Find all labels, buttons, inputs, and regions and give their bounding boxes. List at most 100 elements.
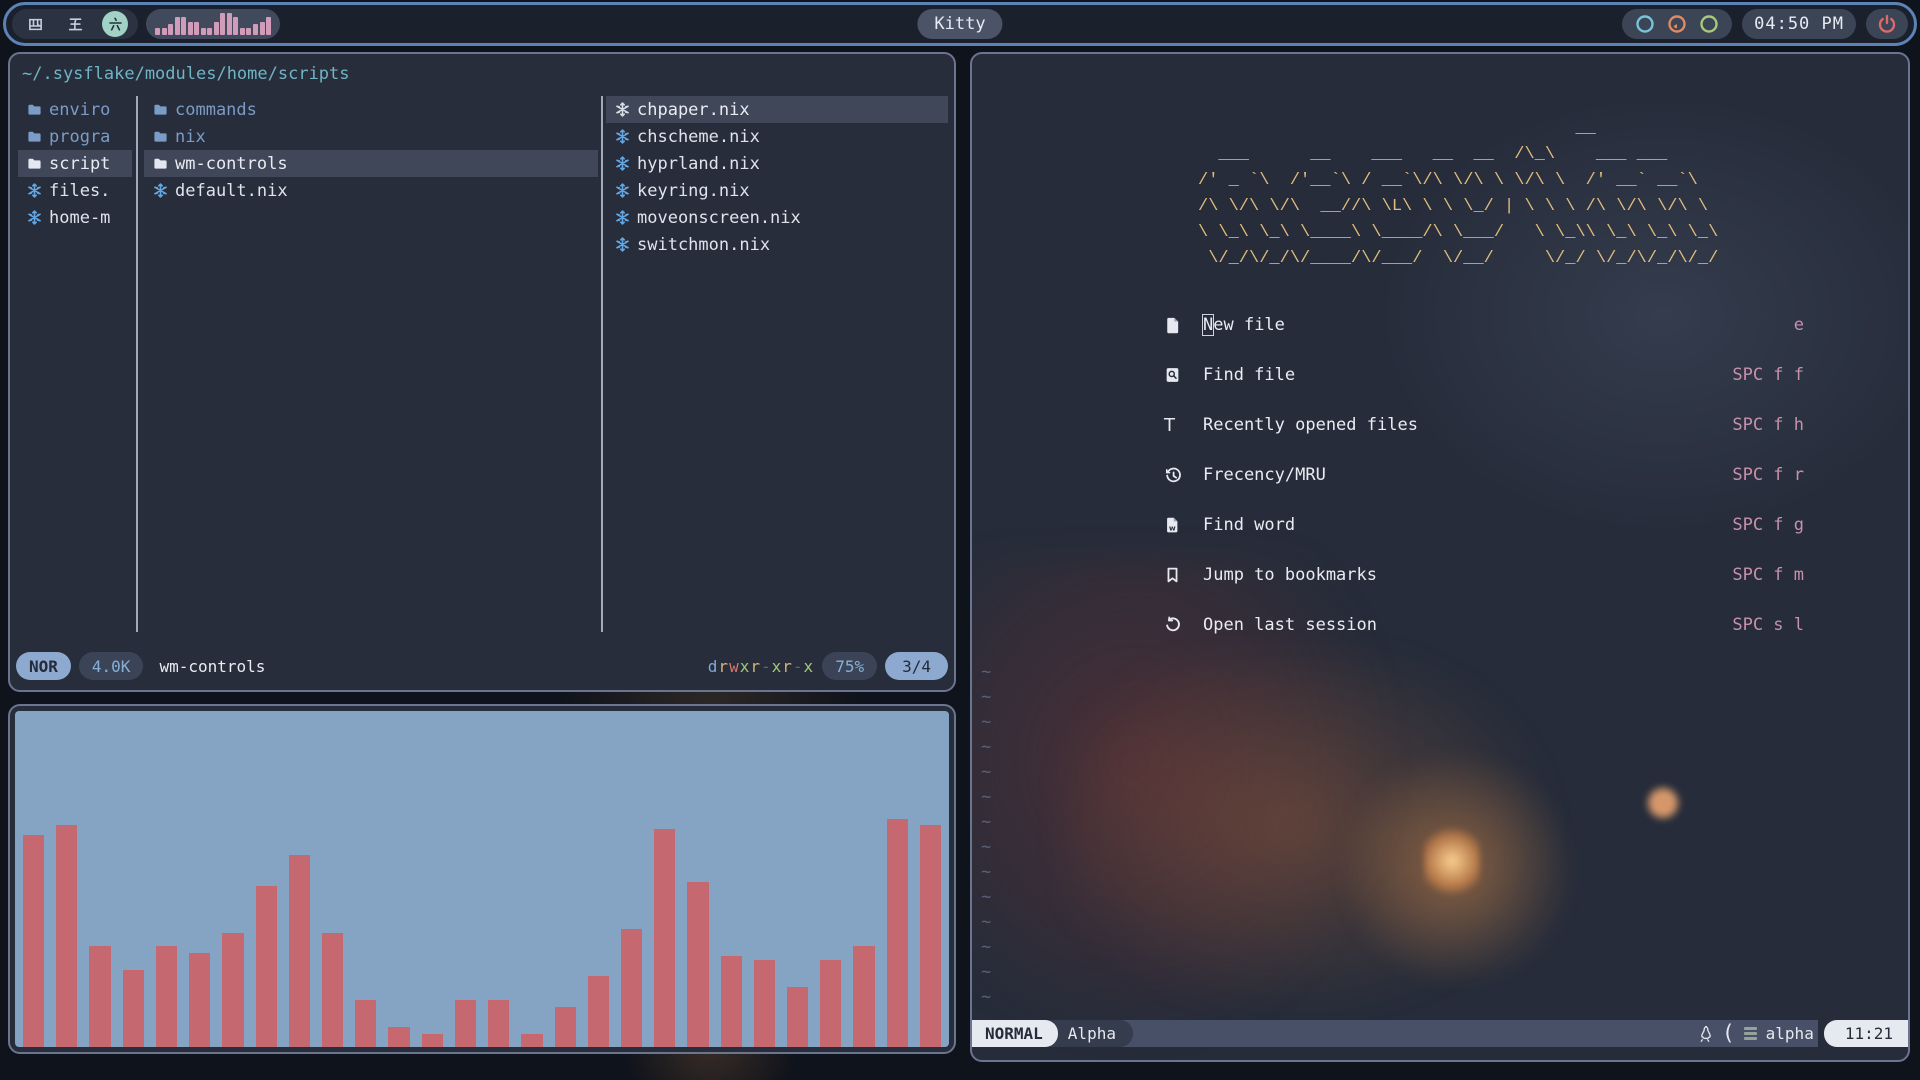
- statusline-clock: 11:21: [1824, 1020, 1908, 1047]
- chart-bar: [289, 855, 310, 1047]
- buffer-name-badge: Alpha: [1045, 1020, 1133, 1047]
- menu-label: Recently opened files: [1203, 415, 1418, 435]
- menu-item-new-file[interactable]: New file e: [1164, 300, 1804, 350]
- file-row-default.nix[interactable]: default.nix: [144, 177, 598, 204]
- file-row-home-m[interactable]: home-m: [18, 204, 132, 231]
- topbar-histogram-bar: [207, 28, 212, 35]
- chart-bar: [588, 976, 609, 1047]
- ring-indicator-green: [1698, 13, 1720, 35]
- menu-shortcut: SPC f f: [1732, 365, 1804, 385]
- cursor-position-badge: 3/4: [885, 652, 948, 680]
- file-row-keyring.nix[interactable]: keyring.nix: [606, 177, 948, 204]
- chart-bar: [687, 882, 708, 1047]
- chart-bar: [721, 956, 742, 1047]
- file-name: enviro: [49, 100, 110, 120]
- menu-item-frecency[interactable]: Frecency/MRU SPC f r: [1164, 450, 1804, 500]
- file-row-commands[interactable]: commands: [144, 96, 598, 123]
- folder-icon: [153, 102, 168, 117]
- file-name: wm-controls: [175, 154, 288, 174]
- chart-bar: [355, 1000, 376, 1047]
- file-row-nix[interactable]: nix: [144, 123, 598, 150]
- workspace-6-ideograph-active[interactable]: [102, 11, 128, 37]
- menu-item-find-file[interactable]: Find file SPC f f: [1164, 350, 1804, 400]
- dashboard-cursor: N: [1203, 315, 1213, 335]
- ring-indicator-orange: [1666, 13, 1688, 35]
- selected-file-name: wm-controls: [159, 657, 265, 676]
- wallpaper-light-orb: [1648, 788, 1678, 818]
- topbar-histogram-bar: [227, 13, 232, 35]
- file-manager-statusbar: NOR 4.0K wm-controls drwxr-xr-x 75% 3/4: [16, 650, 948, 682]
- topbar-histogram-bar: [260, 22, 265, 35]
- file-name: commands: [175, 100, 257, 120]
- topbar-histogram-bar: [220, 13, 225, 35]
- current-path: ~/.sysflake/modules/home/scripts: [22, 64, 350, 84]
- file-row-moveonscreen.nix[interactable]: moveonscreen.nix: [606, 204, 948, 231]
- statusline-fill: ( alpha: [1120, 1020, 1818, 1047]
- find-file-icon: [1164, 366, 1189, 384]
- chart-bar: [654, 829, 675, 1047]
- menu-label: New file: [1203, 315, 1285, 335]
- permissions-text: drwxr-xr-x: [708, 657, 814, 676]
- chart-bar: [887, 819, 908, 1047]
- file-name: keyring.nix: [637, 181, 750, 201]
- file-row-chscheme.nix[interactable]: chscheme.nix: [606, 123, 948, 150]
- file-name: progra: [49, 127, 110, 147]
- menu-item-recent-files[interactable]: T Recently opened files SPC f h: [1164, 400, 1804, 450]
- system-graph-widget[interactable]: [146, 9, 280, 39]
- topbar-histogram-bar: [201, 28, 206, 35]
- wallpaper-candle-glow: [1332, 734, 1582, 1004]
- mode-badge: NOR: [16, 652, 71, 680]
- file-row-files.[interactable]: files.: [18, 177, 132, 204]
- topbar-histogram-bar: [240, 28, 245, 35]
- file-name: hyprland.nix: [637, 154, 760, 174]
- bookmark-icon: [1164, 566, 1189, 584]
- find-word-icon: w: [1164, 516, 1189, 534]
- chart-window: [8, 704, 956, 1054]
- top-bar: Kitty 04:50 PM: [3, 2, 1917, 46]
- chart-bar: [920, 825, 941, 1047]
- file-row-progra[interactable]: progra: [18, 123, 132, 150]
- chart-bar: [754, 960, 775, 1047]
- file-row-hyprland.nix[interactable]: hyprland.nix: [606, 150, 948, 177]
- history-clock-icon: [1164, 466, 1189, 485]
- topbar-histogram-bar: [266, 17, 271, 35]
- linux-tux-icon: [1697, 1025, 1713, 1043]
- chart-bar: [388, 1027, 409, 1047]
- menu-item-find-word[interactable]: w Find word SPC f g: [1164, 500, 1804, 550]
- nix-snowflake-icon: [153, 183, 168, 198]
- new-file-icon: [1164, 316, 1189, 335]
- menu-item-last-session[interactable]: Open last session SPC s l: [1164, 600, 1804, 650]
- folder-icon: [153, 156, 168, 171]
- folder-icon: [27, 129, 42, 144]
- topbar-histogram-bar: [181, 17, 186, 35]
- file-row-wm-controls[interactable]: wm-controls: [144, 150, 598, 177]
- topbar-histogram-bar: [188, 22, 193, 35]
- menu-label: Find file: [1203, 365, 1295, 385]
- file-row-switchmon.nix[interactable]: switchmon.nix: [606, 231, 948, 258]
- file-name: chpaper.nix: [637, 100, 750, 120]
- chart-bar: [23, 835, 44, 1047]
- workspace-5-ideograph[interactable]: [62, 11, 88, 37]
- wallpaper-candle-flame: [1424, 824, 1480, 898]
- menu-label: Jump to bookmarks: [1203, 565, 1377, 585]
- chart-bar: [189, 953, 210, 1047]
- nix-snowflake-icon: [615, 183, 630, 198]
- clock-widget[interactable]: 04:50 PM: [1742, 9, 1856, 39]
- status-indicators[interactable]: [1622, 9, 1732, 39]
- filetype-text: alpha: [1766, 1024, 1814, 1043]
- folder-icon: [27, 102, 42, 117]
- file-name: nix: [175, 127, 206, 147]
- menu-item-bookmarks[interactable]: Jump to bookmarks SPC f m: [1164, 550, 1804, 600]
- nix-snowflake-icon: [27, 210, 42, 225]
- parent-directory-column: enviro progra script files.home-m: [18, 96, 132, 632]
- file-row-script[interactable]: script: [18, 150, 132, 177]
- topbar-histogram-bar: [194, 22, 199, 35]
- ring-indicator-cyan: [1634, 13, 1656, 35]
- power-button[interactable]: [1866, 9, 1908, 39]
- chart-bar: [322, 933, 343, 1047]
- workspace-4-ideograph[interactable]: [22, 11, 48, 37]
- file-name: script: [49, 154, 110, 174]
- menu-label: Find word: [1203, 515, 1295, 535]
- file-row-enviro[interactable]: enviro: [18, 96, 132, 123]
- file-row-chpaper.nix[interactable]: chpaper.nix: [606, 96, 948, 123]
